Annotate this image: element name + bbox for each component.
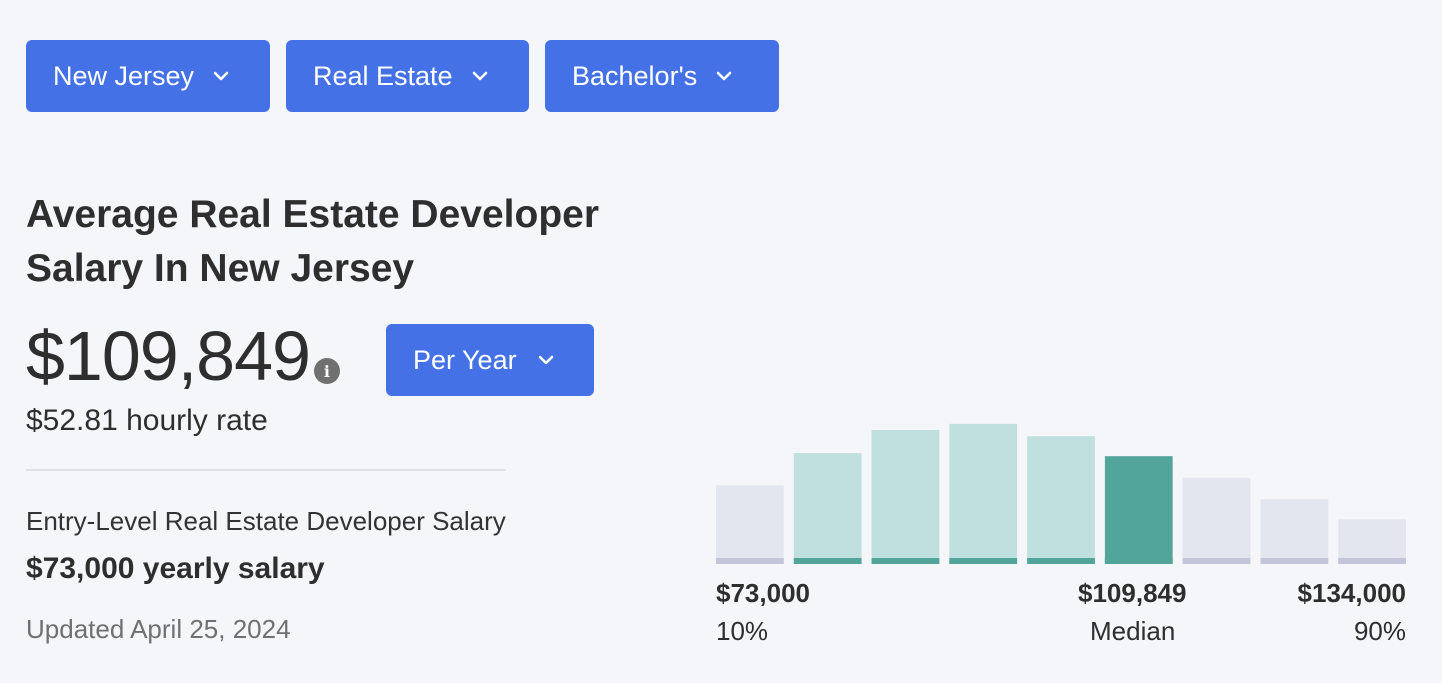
- distribution-bar-base: [1104, 558, 1173, 564]
- chevron-down-icon: [716, 71, 732, 81]
- marker-median-label: Median: [1090, 616, 1176, 646]
- distribution-bar: [1260, 499, 1329, 564]
- info-icon[interactable]: i: [313, 358, 340, 384]
- distribution-bars: [716, 423, 1406, 564]
- salary-amount-row: $109,849 i: [26, 316, 340, 396]
- chevron-down-icon: [213, 71, 229, 81]
- distribution-bar: [1338, 519, 1406, 564]
- distribution-bar: [949, 423, 1018, 564]
- chevron-down-icon: [538, 355, 553, 365]
- distribution-bar-base: [793, 558, 862, 564]
- period-dropdown[interactable]: Per Year: [386, 324, 594, 396]
- distribution-bar-base: [1182, 558, 1251, 564]
- period-dropdown-label: Per Year: [413, 344, 517, 375]
- distribution-bar-base: [1260, 558, 1329, 564]
- distribution-bar: [871, 430, 940, 564]
- state-dropdown-label: New Jersey: [53, 60, 195, 91]
- updated-date: Updated April 25, 2024: [26, 614, 291, 644]
- distribution-bar: [1182, 477, 1251, 564]
- marker-low-value: $73,000: [716, 578, 810, 608]
- distribution-bar: [1027, 436, 1095, 564]
- divider: [26, 469, 506, 471]
- distribution-bar-base: [1027, 558, 1095, 564]
- chevron-down-icon: [472, 71, 487, 81]
- filter-bar: New Jersey Real Estate Bachelor's: [26, 40, 779, 112]
- marker-high-label: 90%: [1353, 616, 1406, 646]
- distribution-bar: [793, 453, 862, 564]
- degree-dropdown[interactable]: Bachelor's: [545, 40, 779, 112]
- state-dropdown[interactable]: New Jersey: [26, 40, 270, 112]
- distribution-bar-base: [871, 558, 940, 564]
- degree-dropdown-label: Bachelor's: [572, 60, 698, 91]
- hourly-rate: $52.81 hourly rate: [26, 404, 268, 437]
- marker-high-value: $134,000: [1297, 578, 1406, 608]
- marker-median-value: $109,849: [1078, 578, 1187, 608]
- industry-dropdown[interactable]: Real Estate: [286, 40, 529, 112]
- distribution-bar: [1104, 456, 1173, 564]
- salary-distribution-chart: [716, 410, 1406, 564]
- distribution-bar: [716, 485, 784, 564]
- marker-low-label: 10%: [716, 616, 769, 646]
- distribution-bar-base: [716, 558, 784, 564]
- entry-level-value: $73,000 yearly salary: [26, 552, 325, 585]
- industry-dropdown-label: Real Estate: [313, 60, 453, 91]
- page-title: Average Real Estate Developer Salary In …: [26, 193, 600, 290]
- distribution-bar-base: [949, 558, 1018, 564]
- entry-level-label: Entry-Level Real Estate Developer Salary: [26, 506, 506, 536]
- distribution-bar-base: [1338, 558, 1406, 564]
- salary-amount: $109,849: [26, 317, 311, 395]
